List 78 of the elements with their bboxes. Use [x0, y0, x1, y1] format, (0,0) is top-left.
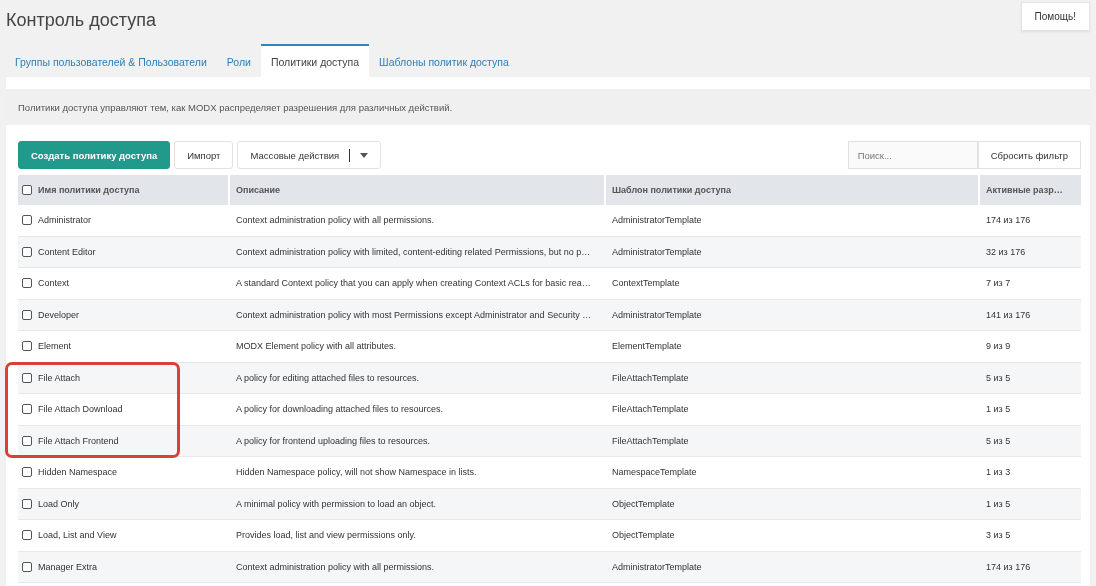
tab[interactable]: Роли	[216, 44, 261, 77]
table-cell: Content Editor	[38, 246, 96, 257]
table-cell: Element	[38, 341, 72, 352]
checkbox[interactable]	[22, 246, 32, 257]
table-cell: 1 из 3	[986, 467, 1011, 478]
table-cell: AdministratorTemplate	[612, 246, 702, 257]
create-button[interactable]: Создать политику доступа	[18, 141, 171, 169]
table-cell: A policy for downloading attached files to resources.	[236, 404, 444, 415]
table-cell: File Attach Download	[38, 404, 123, 415]
checkbox[interactable]	[22, 561, 32, 572]
column-header[interactable]: Имя политики доступа	[38, 185, 140, 195]
table-cell: A policy for editing attached files to resources.	[236, 372, 420, 383]
table-cell: 3 из 5	[986, 530, 1011, 541]
table-cell: A minimal policy with permission to load an object.	[236, 498, 437, 509]
tab[interactable]: Группы пользователей & Пользователи	[5, 44, 217, 77]
checkbox[interactable]	[22, 185, 32, 195]
table-cell: File Attach Frontend	[38, 435, 119, 446]
column-header[interactable]: Активные разр…	[986, 185, 1063, 195]
table-cell: NamespaceTemplate	[612, 467, 697, 478]
import-button[interactable]: Импорт	[174, 141, 234, 169]
table-cell: 1 из 5	[986, 404, 1011, 415]
table-cell: 5 из 5	[986, 372, 1011, 383]
table-cell: 174 из 176	[986, 215, 1031, 226]
table-cell: 141 из 176	[986, 309, 1031, 320]
checkbox[interactable]	[22, 404, 32, 415]
table-cell: Hidden Namespace policy, will not show Namespace in lists.	[236, 467, 477, 478]
table-cell: ContextTemplate	[612, 278, 680, 289]
table-cell: 5 из 5	[986, 435, 1011, 446]
table-cell: 1 из 5	[986, 498, 1011, 509]
checkbox[interactable]	[22, 467, 32, 478]
table-cell: FileAttachTemplate	[612, 372, 689, 383]
tab[interactable]: Политики доступа	[260, 44, 370, 77]
checkbox[interactable]	[22, 278, 32, 289]
page-title: Контроль доступа	[6, 10, 156, 31]
bulk-actions-button[interactable]: Массовые действия	[237, 141, 382, 169]
table-cell: 9 из 9	[986, 341, 1011, 352]
table-cell: AdministratorTemplate	[612, 561, 702, 572]
table-cell: ObjectTemplate	[612, 530, 675, 541]
caret-icon	[360, 152, 369, 158]
table-cell: Context administration policy with limited, content-editing related Permissions, but no p…	[236, 246, 591, 257]
tab[interactable]: Шаблоны политик доступа	[369, 44, 519, 77]
table-cell: A standard Context policy that you can apply when creating Context ACLs for basic rea…	[236, 278, 591, 289]
column-header[interactable]: Описание	[236, 185, 281, 195]
table-cell: Provides load, list and view permissions only.	[236, 530, 416, 541]
table-cell: Administrator	[38, 215, 91, 226]
table-cell: Context administration policy with most Permissions except Administrator and Security …	[236, 309, 592, 320]
table-cell: 174 из 176	[986, 561, 1031, 572]
checkbox[interactable]	[22, 372, 32, 383]
checkbox[interactable]	[22, 341, 32, 352]
table-cell: AdministratorTemplate	[612, 309, 702, 320]
table-cell: Developer	[38, 309, 80, 320]
checkbox[interactable]	[22, 530, 32, 541]
help-button[interactable]: Помощь!	[1020, 2, 1090, 31]
table-cell: FileAttachTemplate	[612, 435, 689, 446]
table-cell: 32 из 176	[986, 246, 1026, 257]
table-cell: Manager Extra	[38, 561, 98, 572]
table-cell: FileAttachTemplate	[612, 404, 689, 415]
reset-filter-button[interactable]: Сбросить фильтр	[977, 141, 1081, 169]
table-cell: Context administration policy with all permissions.	[236, 215, 435, 226]
table-cell: ObjectTemplate	[612, 498, 675, 509]
description-text: Политики доступа управляют тем, как MODX распределяет разрешения для различных действий.	[18, 101, 453, 113]
table-cell: Load Only	[38, 498, 80, 509]
search-field[interactable]: Поиск...	[847, 141, 978, 169]
table-cell: Context	[38, 278, 70, 289]
table-cell: File Attach	[38, 372, 81, 383]
table-cell: AdministratorTemplate	[612, 215, 702, 226]
checkbox[interactable]	[22, 435, 32, 446]
table-cell: Hidden Namespace	[38, 467, 118, 478]
table-cell: Load, List and View	[38, 530, 117, 541]
checkbox[interactable]	[22, 309, 32, 320]
column-header[interactable]: Шаблон политики доступа	[612, 185, 732, 195]
checkbox[interactable]	[22, 215, 32, 226]
table-cell: MODX Element policy with all attributes.	[236, 341, 397, 352]
table-cell: Context administration policy with all permissions.	[236, 561, 435, 572]
checkbox[interactable]	[22, 498, 32, 509]
table-cell: 7 из 7	[986, 278, 1011, 289]
table-cell: ElementTemplate	[612, 341, 682, 352]
table-cell: A policy for frontend uploading files to resources.	[236, 435, 431, 446]
